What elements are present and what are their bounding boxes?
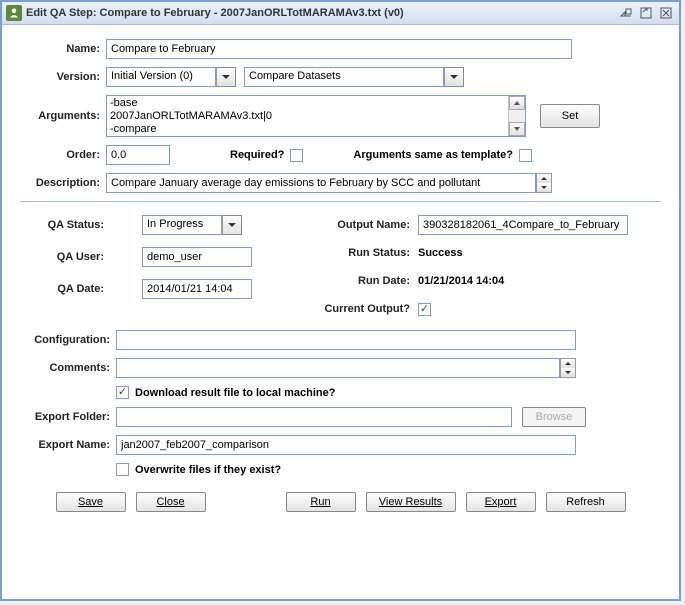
comments-label: Comments: [20,362,116,374]
qa-status-label: QA Status: [20,219,112,231]
required-label: Required? [230,149,284,161]
chevron-down-icon[interactable] [444,67,464,87]
arguments-line: -base [110,97,505,110]
browse-button: Browse [522,407,586,427]
set-button[interactable]: Set [540,104,600,128]
order-label: Order: [20,149,106,161]
export-name-input[interactable] [116,435,576,455]
description-input[interactable] [106,173,536,193]
arguments-scrollbar[interactable] [508,96,525,136]
run-date-label: Run Date: [300,275,418,287]
qa-status-combo[interactable]: In Progress [142,215,242,235]
args-same-label: Arguments same as template? [353,149,513,161]
qa-date-label: QA Date: [20,283,112,295]
spin-down-icon[interactable] [537,183,551,192]
current-output-label: Current Output? [300,303,418,315]
window-title: Edit QA Step: Compare to February - 2007… [26,7,619,19]
overwrite-checkbox[interactable] [116,463,129,476]
maximize-icon[interactable] [639,6,653,20]
description-label: Description: [20,177,106,189]
run-date-value: 01/21/2014 14:04 [418,275,504,287]
download-checkbox[interactable] [116,386,129,399]
output-name-input[interactable] [418,215,628,235]
name-label: Name: [20,43,106,55]
arguments-line: 2007JanORLTotMARAMAv3.txt|0 [110,110,505,123]
arguments-textarea[interactable]: -base 2007JanORLTotMARAMAv3.txt|0 -compa… [106,95,526,137]
description-spinner[interactable] [536,173,552,193]
run-status-value: Success [418,247,463,259]
app-icon [6,5,22,21]
divider [20,201,661,202]
spin-up-icon[interactable] [537,174,551,183]
scroll-down-icon[interactable] [509,122,525,136]
spin-up-icon[interactable] [561,359,575,368]
comments-spinner[interactable] [560,358,576,378]
run-status-label: Run Status: [300,247,418,259]
chevron-down-icon[interactable] [222,215,242,235]
version-value: Initial Version (0) [106,67,216,87]
qa-status-value: In Progress [142,215,222,235]
export-name-label: Export Name: [20,439,116,451]
arguments-line: -compare [110,123,505,136]
view-results-button[interactable]: View Results [366,492,456,512]
qa-user-label: QA User: [20,251,112,263]
close-button[interactable]: Close [136,492,206,512]
download-label: Download result file to local machine? [135,387,335,399]
export-folder-label: Export Folder: [20,411,116,423]
output-name-label: Output Name: [300,219,418,231]
minimize-icon[interactable] [619,6,633,20]
version-label: Version: [20,71,106,83]
configuration-label: Configuration: [20,334,116,346]
program-value: Compare Datasets [244,67,444,87]
current-output-checkbox[interactable] [418,303,431,316]
run-button[interactable]: Run [286,492,356,512]
arguments-label: Arguments: [20,110,106,122]
configuration-input[interactable] [116,330,576,350]
version-combo[interactable]: Initial Version (0) [106,67,236,87]
close-icon[interactable] [659,6,673,20]
spin-down-icon[interactable] [561,368,575,377]
name-input[interactable] [106,39,572,59]
program-combo[interactable]: Compare Datasets [244,67,464,87]
button-bar: Save Close Run View Results Export Refre… [20,484,661,520]
qa-date-input[interactable] [142,279,252,299]
titlebar: Edit QA Step: Compare to February - 2007… [2,2,679,25]
args-same-checkbox[interactable] [519,149,532,162]
chevron-down-icon[interactable] [216,67,236,87]
export-button[interactable]: Export [466,492,536,512]
arguments-text: -base 2007JanORLTotMARAMAv3.txt|0 -compa… [107,96,508,136]
dialog-window: Edit QA Step: Compare to February - 2007… [0,0,681,601]
export-folder-input[interactable] [116,407,512,427]
comments-input[interactable] [116,358,560,378]
save-button[interactable]: Save [56,492,126,512]
refresh-button[interactable]: Refresh [546,492,626,512]
qa-user-input[interactable] [142,247,252,267]
overwrite-label: Overwrite files if they exist? [135,464,281,476]
required-checkbox[interactable] [290,149,303,162]
order-input[interactable] [106,145,170,165]
scroll-up-icon[interactable] [509,96,525,110]
